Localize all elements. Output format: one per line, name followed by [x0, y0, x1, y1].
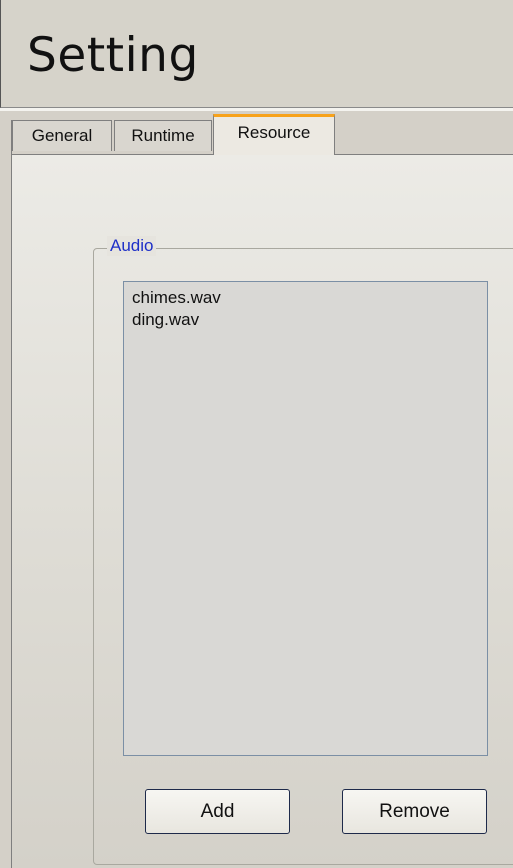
panel-left-border	[11, 120, 12, 868]
remove-button[interactable]: Remove	[342, 789, 487, 834]
tab-resource[interactable]: Resource	[213, 114, 335, 155]
list-item[interactable]: ding.wav	[132, 309, 479, 331]
add-button[interactable]: Add	[145, 789, 290, 834]
tab-general[interactable]: General	[12, 120, 112, 151]
tab-runtime[interactable]: Runtime	[114, 120, 212, 151]
audio-group-label: Audio	[107, 236, 157, 256]
page-title: Setting	[27, 28, 199, 83]
audio-file-list[interactable]: chimes.wav ding.wav	[123, 281, 488, 756]
title-bar: Setting	[0, 0, 513, 108]
list-item[interactable]: chimes.wav	[132, 287, 479, 309]
